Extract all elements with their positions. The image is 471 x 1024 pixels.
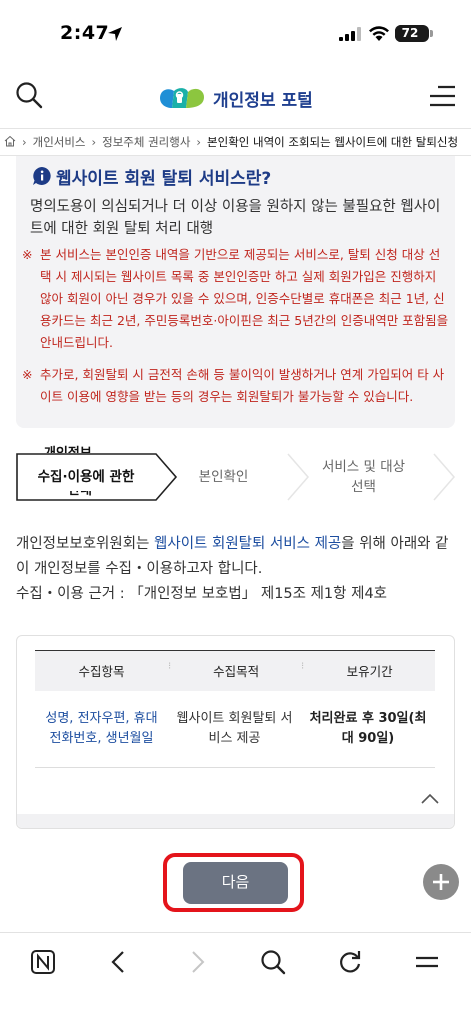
refresh-icon[interactable] bbox=[335, 947, 365, 977]
cell-purpose: 웹사이트 회원탈퇴 서비스 제공 bbox=[168, 690, 301, 768]
step-2: 본인확인 bbox=[156, 453, 291, 501]
battery-cap bbox=[430, 30, 433, 37]
site-logo[interactable]: 개인정보 포털 bbox=[158, 82, 328, 114]
cell-items: 성명, 전자우편, 휴대전화번호, 생년월일 bbox=[35, 690, 168, 768]
search-icon[interactable] bbox=[14, 80, 44, 110]
cell-retention: 처리완료 후 30일(최대 90일) bbox=[301, 690, 435, 768]
table-header-row: 수집항목 ⁝ 수집목적 ⁝ 보유기간 bbox=[35, 650, 435, 691]
notice-2-text: 추가로, 회원탈퇴 시 금전적 손해 등 불이익이 발생하거나 연계 가입되어 … bbox=[40, 367, 445, 404]
step-1-label-bottom: 안내 bbox=[68, 491, 92, 503]
wifi-icon bbox=[369, 26, 389, 41]
intro-text-1: 개인정보보호위원회는 bbox=[16, 536, 155, 552]
notice-1: ※ 본 서비스는 본인인증 내역을 기반으로 제공되는 서비스로, 탈퇴 신청 … bbox=[22, 244, 450, 354]
breadcrumb-separator: › bbox=[91, 135, 97, 149]
step-1-label: 수집·이용에 관한 bbox=[37, 469, 135, 485]
breadcrumb-current: 본인확인 내역이 조회되는 웹사이트에 대한 탈퇴신청 bbox=[207, 135, 459, 149]
search-icon[interactable] bbox=[258, 947, 288, 977]
chat-info-icon bbox=[33, 167, 51, 185]
naver-icon[interactable] bbox=[28, 947, 58, 977]
plus-icon bbox=[433, 874, 449, 890]
info-description: 명의도용이 의심되거나 더 이상 이용을 원하지 않는 불필요한 웹사이트에 대… bbox=[30, 199, 441, 237]
home-icon[interactable] bbox=[4, 135, 16, 147]
location-arrow-icon bbox=[108, 27, 122, 41]
notice-1-text: 본 서비스는 본인인증 내역을 기반으로 제공되는 서비스로, 탈퇴 신청 대상… bbox=[40, 247, 449, 350]
step-2-label: 본인확인 bbox=[198, 469, 249, 485]
collection-table-card: 수집항목 ⁝ 수집목적 ⁝ 보유기간 성명, 전자우편, 휴대전화번호, 생년월일 … bbox=[16, 635, 455, 829]
breadcrumb-separator: › bbox=[196, 135, 202, 149]
battery-level: 72 bbox=[401, 26, 419, 40]
breadcrumb-item[interactable]: 개인서비스 bbox=[33, 129, 86, 155]
notice-2: ※ 추가로, 회원탈퇴 시 금전적 손해 등 불이익이 발생하거나 연계 가입되… bbox=[22, 364, 450, 408]
info-title: 웹사이트 회원 탈퇴 서비스란? bbox=[56, 169, 272, 189]
column-header: 수집항목 bbox=[35, 650, 168, 691]
forward-icon bbox=[192, 951, 205, 973]
notice-mark: ※ bbox=[22, 367, 33, 382]
step-3: 서비스 및 대상 선택 bbox=[291, 453, 436, 501]
collection-intro: 개인정보보호위원회는 웹사이트 회원탈퇴 서비스 제공을 위해 아래와 같이 개… bbox=[16, 532, 456, 607]
column-header: ⁝ 보유기간 bbox=[301, 650, 435, 691]
back-icon[interactable] bbox=[104, 947, 134, 977]
step-1-current: 개인정보 수집·이용에 관한 안내 bbox=[16, 446, 156, 503]
logo-text: 개인정보 포털 bbox=[213, 91, 313, 111]
column-separator: ⁝ bbox=[301, 661, 305, 673]
step-1-label-top: 개인정보 bbox=[44, 445, 92, 453]
table-row: 성명, 전자우편, 휴대전화번호, 생년월일 웹사이트 회원탈퇴 서비스 제공 … bbox=[35, 690, 435, 768]
progress-steps: 개인정보 수집·이용에 관한 안내 본인확인 서비스 및 대상 선택 bbox=[16, 446, 455, 503]
notice-mark: ※ bbox=[22, 247, 33, 262]
breadcrumb-separator: › bbox=[22, 135, 27, 149]
chevron-up-icon[interactable] bbox=[419, 788, 441, 810]
logo-icon bbox=[160, 88, 204, 108]
browser-toolbar bbox=[0, 932, 471, 994]
site-header: 개인정보 포털 bbox=[0, 64, 471, 128]
service-info-box: 웹사이트 회원 탈퇴 서비스란? 명의도용이 의심되거나 더 이상 이용을 원하… bbox=[16, 156, 455, 428]
next-button[interactable]: 다음 bbox=[183, 862, 288, 904]
status-time: 2:47 bbox=[60, 22, 110, 44]
menu-icon[interactable] bbox=[412, 947, 442, 977]
menu-icon[interactable] bbox=[428, 84, 456, 108]
status-bar: 2:47 72 bbox=[0, 0, 471, 64]
collection-basis: 수집・이용 근거 : 「개인정보 보호법」 제15조 제1항 제4호 bbox=[16, 586, 388, 602]
column-header: ⁝ 수집목적 bbox=[168, 650, 301, 691]
intro-link[interactable]: 웹사이트 회원탈퇴 서비스 제공 bbox=[154, 536, 341, 552]
signal-icon bbox=[339, 27, 361, 41]
step-3-label: 서비스 및 대상 선택 bbox=[321, 459, 406, 495]
breadcrumb: › 개인서비스 › 정보주체 권리행사 › 본인확인 내역이 조회되는 웹사이트에 대한 … bbox=[0, 128, 471, 156]
battery-icon: 72 bbox=[395, 25, 429, 42]
card-footer-band bbox=[17, 814, 454, 828]
collection-table: 수집항목 ⁝ 수집목적 ⁝ 보유기간 성명, 전자우편, 휴대전화번호, 생년월일 … bbox=[35, 650, 435, 768]
column-separator: ⁝ bbox=[168, 661, 172, 673]
floating-plus-button[interactable] bbox=[423, 864, 459, 900]
breadcrumb-item[interactable]: 정보주체 권리행사 bbox=[102, 129, 190, 155]
